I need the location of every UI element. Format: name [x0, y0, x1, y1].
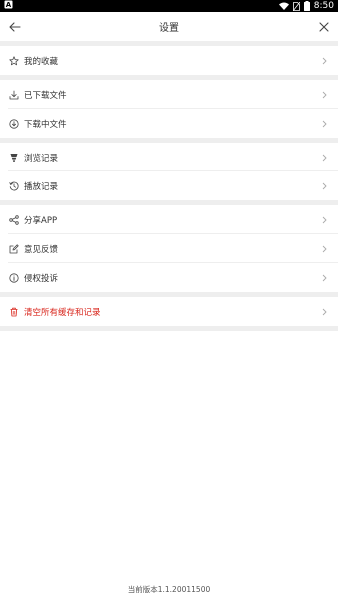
menu-item-browse-history[interactable]: 浏览记录: [0, 143, 338, 172]
chevron-right-icon: [320, 153, 328, 163]
menu-item-label: 下载中文件: [24, 119, 67, 130]
menu-item-label: 已下载文件: [24, 90, 67, 101]
chevron-right-icon: [320, 181, 328, 191]
chevron-right-icon: [320, 90, 328, 100]
status-time: 8:50: [313, 1, 334, 11]
browse-icon: [8, 152, 20, 164]
share-icon: [8, 214, 20, 226]
menu-item-downloaded-files[interactable]: 已下载文件: [0, 80, 338, 109]
wifi-icon: [278, 2, 289, 10]
menu-item-label: 侵权投诉: [24, 273, 59, 284]
history-icon: [8, 180, 20, 192]
menu-item-feedback[interactable]: 意见反馈: [0, 234, 338, 263]
menu-item-label: 播放记录: [24, 181, 59, 192]
menu-item-label: 分享APP: [24, 215, 58, 226]
menu-item-infringement-complaint[interactable]: 侵权投诉: [0, 263, 338, 292]
chevron-right-icon: [320, 215, 328, 225]
svg-text:A: A: [6, 1, 12, 9]
info-icon: [8, 272, 20, 284]
close-button[interactable]: [315, 18, 332, 35]
feedback-icon: [8, 243, 20, 255]
star-icon: [8, 55, 20, 67]
menu-item-play-history[interactable]: 播放记录: [0, 171, 338, 200]
downloading-icon: [8, 118, 20, 130]
no-sim-icon: [292, 1, 300, 11]
chevron-right-icon: [320, 273, 328, 283]
trash-icon: [8, 306, 20, 318]
arrow-left-icon: [8, 17, 21, 36]
menu-item-clear-cache[interactable]: 清空所有缓存和记录: [0, 297, 338, 326]
page-title: 设置: [159, 23, 179, 34]
download-icon: [8, 89, 20, 101]
chevron-right-icon: [320, 56, 328, 66]
chevron-right-icon: [320, 119, 328, 129]
notification-a-icon: A: [4, 0, 13, 12]
battery-icon: [303, 1, 310, 11]
chevron-right-icon: [320, 307, 328, 317]
menu-item-share-app[interactable]: 分享APP: [0, 205, 338, 234]
menu-item-label: 我的收藏: [24, 56, 59, 67]
back-button[interactable]: [6, 18, 23, 35]
menu-item-downloading-files[interactable]: 下载中文件: [0, 109, 338, 138]
version-text: 当前版本1.1.20011500: [127, 585, 211, 594]
menu-item-favorites[interactable]: 我的收藏: [0, 46, 338, 75]
chevron-right-icon: [320, 244, 328, 254]
menu-item-label: 浏览记录: [24, 153, 59, 164]
menu-item-label: 清空所有缓存和记录: [24, 307, 101, 318]
status-bar: A 8:50: [0, 0, 338, 12]
app-bar: 设置: [0, 12, 338, 41]
menu-item-label: 意见反馈: [24, 244, 59, 255]
close-icon: [318, 17, 329, 36]
